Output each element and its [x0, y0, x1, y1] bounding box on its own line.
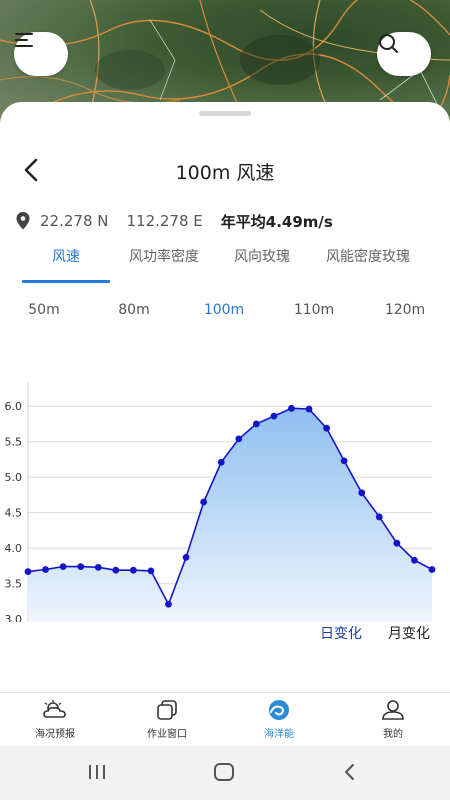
recent-apps-icon[interactable] — [86, 762, 108, 782]
detail-sheet: 100m 风速 22.278 N 112.278 E 年平均4.49m/s 风速… — [0, 102, 450, 694]
nav-label-forecast: 海况预报 — [35, 729, 75, 740]
data-point[interactable] — [24, 568, 32, 575]
home-icon[interactable] — [212, 762, 236, 782]
nav-label-work-window: 作业窗口 — [147, 729, 187, 740]
tab-wind-rose[interactable]: 风向玫瑰 — [222, 246, 302, 266]
data-point[interactable] — [323, 424, 331, 432]
data-point[interactable] — [112, 566, 120, 574]
height-110m[interactable]: 110m — [284, 302, 344, 318]
nav-item-forecast[interactable]: 海况预报 — [10, 699, 100, 740]
nav-item-ocean-energy[interactable]: 海洋能 — [234, 699, 324, 740]
search-icon — [379, 34, 398, 53]
data-point[interactable] — [428, 566, 436, 573]
data-point[interactable] — [94, 563, 102, 571]
height-120m[interactable]: 120m — [375, 302, 435, 318]
data-point[interactable] — [340, 457, 348, 465]
weather-cloud-icon — [43, 700, 66, 718]
data-point[interactable] — [358, 489, 366, 497]
user-icon — [382, 700, 404, 720]
location-row: 22.278 N 112.278 E 年平均4.49m/s — [16, 210, 333, 232]
data-point[interactable] — [252, 420, 260, 428]
tab-wind-speed[interactable]: 风速 — [22, 246, 110, 266]
y-tick-label: 3.0 — [5, 613, 23, 622]
data-point[interactable] — [165, 600, 172, 608]
data-point[interactable] — [235, 435, 243, 443]
y-tick-label: 5.0 — [5, 471, 23, 484]
data-point[interactable] — [200, 498, 208, 506]
location-pin-icon — [16, 212, 30, 230]
wind-speed-chart: 3.03.54.04.55.05.56.0 048121620 m/s — [0, 357, 450, 622]
data-point[interactable] — [393, 539, 401, 547]
data-point[interactable] — [305, 405, 313, 413]
nav-label-profile: 我的 — [383, 729, 403, 740]
bottom-nav: 海况预报 作业窗口 海洋能 我的 — [0, 692, 450, 746]
height-80m[interactable]: 80m — [104, 302, 164, 318]
period-monthly[interactable]: 月变化 — [388, 623, 430, 643]
y-tick-label: 4.5 — [5, 507, 23, 520]
ocean-wave-icon — [269, 700, 289, 720]
menu-icon — [15, 33, 33, 47]
active-tab-indicator — [22, 280, 110, 283]
longitude: 112.278 E — [126, 212, 203, 230]
page-title: 100m 风速 — [175, 162, 275, 184]
drag-handle[interactable] — [199, 111, 251, 116]
data-point[interactable] — [288, 404, 295, 412]
data-point[interactable] — [411, 556, 418, 564]
annual-average: 年平均4.49m/s — [220, 212, 333, 231]
nav-item-profile[interactable]: 我的 — [348, 699, 438, 740]
menu-button[interactable] — [14, 32, 68, 76]
nav-item-work-window[interactable]: 作业窗口 — [122, 699, 212, 740]
chart-canvas: 3.03.54.04.55.05.56.0 048121620 m/s — [5, 382, 436, 622]
back-nav-icon[interactable] — [340, 762, 360, 782]
app-root: 100m 风速 22.278 N 112.278 E 年平均4.49m/s 风速… — [0, 0, 450, 800]
height-selector: 50m 80m 100m 110m 120m — [0, 302, 450, 324]
data-point[interactable] — [270, 412, 278, 420]
tab-wind-power-density[interactable]: 风功率密度 — [118, 246, 210, 266]
latitude: 22.278 N — [40, 212, 109, 230]
system-nav-bar — [0, 746, 450, 800]
data-point[interactable] — [59, 563, 67, 571]
series-area — [28, 408, 432, 622]
window-stack-icon — [157, 700, 177, 720]
data-point[interactable] — [217, 458, 225, 466]
period-daily[interactable]: 日变化 — [320, 623, 362, 643]
nav-label-ocean-energy: 海洋能 — [264, 729, 294, 740]
data-point[interactable] — [77, 563, 85, 571]
height-50m[interactable]: 50m — [14, 302, 74, 318]
tab-energy-density-rose[interactable]: 风能密度玫瑰 — [314, 246, 422, 266]
y-tick-label: 4.0 — [5, 542, 23, 555]
period-toggle: 日变化 月变化 — [0, 623, 450, 643]
data-point[interactable] — [375, 513, 383, 521]
data-point[interactable] — [182, 554, 190, 561]
y-tick-label: 3.5 — [5, 578, 23, 591]
height-100m[interactable]: 100m — [194, 302, 254, 318]
y-tick-label: 6.0 — [5, 400, 23, 413]
data-point[interactable] — [147, 567, 155, 575]
data-point[interactable] — [129, 566, 137, 574]
data-point[interactable] — [42, 566, 49, 573]
y-tick-label: 5.5 — [5, 436, 23, 449]
search-button[interactable] — [377, 32, 431, 76]
